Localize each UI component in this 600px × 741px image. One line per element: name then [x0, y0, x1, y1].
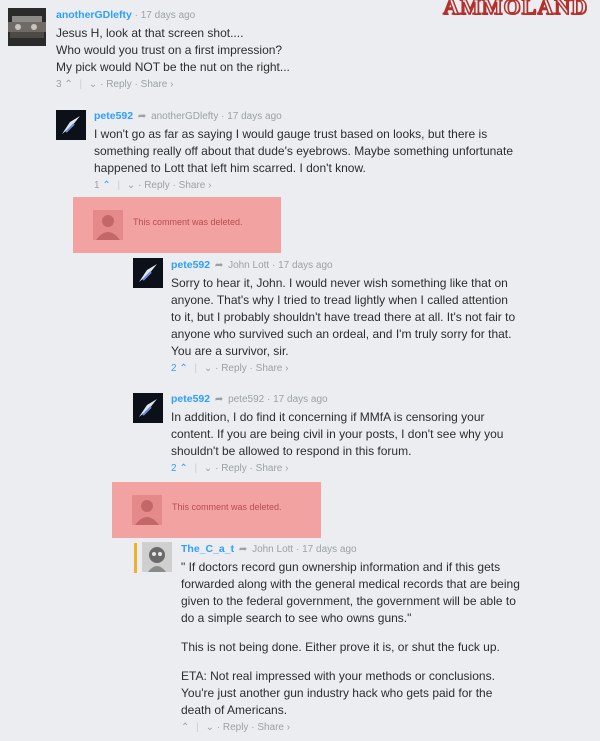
comment-time[interactable]: 17 days ago	[302, 544, 357, 555]
share-button[interactable]: Share	[179, 180, 206, 191]
comment-text-line: This is not being done. Either prove it …	[181, 640, 500, 654]
comment-text-line: something really off about that dude's e…	[94, 144, 513, 158]
avatar[interactable]	[8, 8, 46, 46]
reply-button[interactable]: Reply	[223, 722, 249, 733]
avatar-placeholder-icon	[93, 210, 123, 240]
comment-text-line: do a simple search to see who owns guns.…	[181, 611, 412, 625]
share-button[interactable]: Share	[256, 463, 283, 474]
comment-text-line: Sorry to hear it, John. I would never wi…	[171, 276, 508, 290]
reply-arrow-icon: ➦	[214, 394, 224, 405]
chevron-right-icon: ›	[170, 79, 174, 90]
chevron-right-icon: ›	[208, 180, 212, 191]
reply-to-author[interactable]: John Lott	[252, 544, 293, 555]
comment-author[interactable]: The_C_a_t	[181, 543, 234, 555]
deleted-comment: This comment was deleted.	[73, 197, 281, 253]
downvote-icon[interactable]: ⌄	[206, 722, 214, 733]
reply-to-author[interactable]: John Lott	[228, 260, 269, 271]
comment-time[interactable]: 17 days ago	[141, 10, 196, 21]
reply-button[interactable]: Reply	[106, 79, 132, 90]
deleted-comment: This comment was deleted.	[112, 482, 321, 538]
comment-time[interactable]: 17 days ago	[278, 260, 333, 271]
comment-text-line: Jesus H, look at that screen shot....	[56, 26, 244, 40]
comment-text-line: Who would you trust on a first impressio…	[56, 43, 283, 57]
comment-text-line: shouldn't be allowed to respond in this …	[171, 444, 412, 458]
share-button[interactable]: Share	[141, 79, 168, 90]
comment-text-line: to it, but I probably shouldn't have tre…	[171, 310, 516, 324]
upvote-icon[interactable]: ⌃	[64, 79, 72, 90]
reply-arrow-icon: ➦	[137, 111, 147, 122]
vote-count: 3	[56, 79, 62, 90]
comment-author[interactable]: pete592	[171, 259, 210, 271]
avatar[interactable]	[133, 258, 163, 288]
deleted-message: This comment was deleted.	[172, 502, 282, 512]
downvote-icon[interactable]: ⌄	[204, 463, 212, 474]
downvote-icon[interactable]: ⌄	[127, 180, 135, 191]
comment-text-line: death of Americans.	[181, 703, 288, 717]
comment-text-line: forwarded along with the general medical…	[181, 577, 520, 591]
reply-to-author[interactable]: pete592	[228, 394, 264, 405]
comment-text-line: anyone who survived such an ordeal, and …	[171, 327, 512, 341]
avatar[interactable]	[133, 393, 163, 423]
vote-count: 2	[171, 363, 177, 374]
comment-author[interactable]: pete592	[94, 110, 133, 122]
comment-time[interactable]: 17 days ago	[273, 394, 328, 405]
comment-text-line: given to the federal government, the gov…	[181, 594, 516, 608]
comment-text-line: You are a survivor, sir.	[171, 344, 289, 358]
comment-author[interactable]: anotherGDlefty	[56, 9, 132, 21]
avatar[interactable]	[56, 110, 86, 140]
highlight-bar	[134, 543, 137, 573]
reply-button[interactable]: Reply	[221, 463, 247, 474]
avatar-placeholder-icon	[132, 495, 162, 525]
avatar[interactable]	[142, 542, 172, 572]
chevron-right-icon: ›	[285, 463, 289, 474]
comment-text-line: content. If you are being civil in your …	[171, 427, 504, 441]
downvote-icon[interactable]: ⌄	[204, 363, 212, 374]
reply-button[interactable]: Reply	[144, 180, 170, 191]
vote-count: 2	[171, 463, 177, 474]
upvote-icon[interactable]: ⌃	[179, 463, 187, 474]
deleted-message: This comment was deleted.	[133, 217, 243, 227]
upvote-icon[interactable]: ⌃	[181, 722, 189, 733]
comment-time[interactable]: 17 days ago	[227, 111, 282, 122]
vote-count: 1	[94, 180, 100, 191]
comment-text-line: In addition, I do find it concerning if …	[171, 410, 485, 424]
comment-text-line: anyone. That's why I tried to tread ligh…	[171, 293, 508, 307]
comment-text-line: happened to Lott that left him scarred. …	[94, 161, 366, 175]
downvote-icon[interactable]: ⌄	[89, 79, 97, 90]
comment-text-line: ETA: Not real impressed with your method…	[181, 669, 495, 683]
share-button[interactable]: Share	[257, 722, 284, 733]
upvote-icon[interactable]: ⌃	[102, 180, 110, 191]
reply-arrow-icon: ➦	[214, 260, 224, 271]
share-button[interactable]: Share	[256, 363, 283, 374]
comment-text-line: My pick would NOT be the nut on the righ…	[56, 60, 290, 74]
comment-text-line: " If doctors record gun ownership inform…	[181, 560, 501, 574]
comment-author[interactable]: pete592	[171, 393, 210, 405]
reply-to-author[interactable]: anotherGDlefty	[151, 111, 218, 122]
comment-text-line: I won't go as far as saying I would gaug…	[94, 127, 488, 141]
upvote-icon[interactable]: ⌃	[179, 363, 187, 374]
chevron-right-icon: ›	[285, 363, 289, 374]
reply-button[interactable]: Reply	[221, 363, 247, 374]
comment-text-line: You're just another gun industry hack wh…	[181, 686, 493, 700]
ammoland-watermark: AMMOLAND	[442, 0, 588, 20]
chevron-right-icon: ›	[286, 722, 291, 733]
reply-arrow-icon: ➦	[238, 544, 248, 555]
